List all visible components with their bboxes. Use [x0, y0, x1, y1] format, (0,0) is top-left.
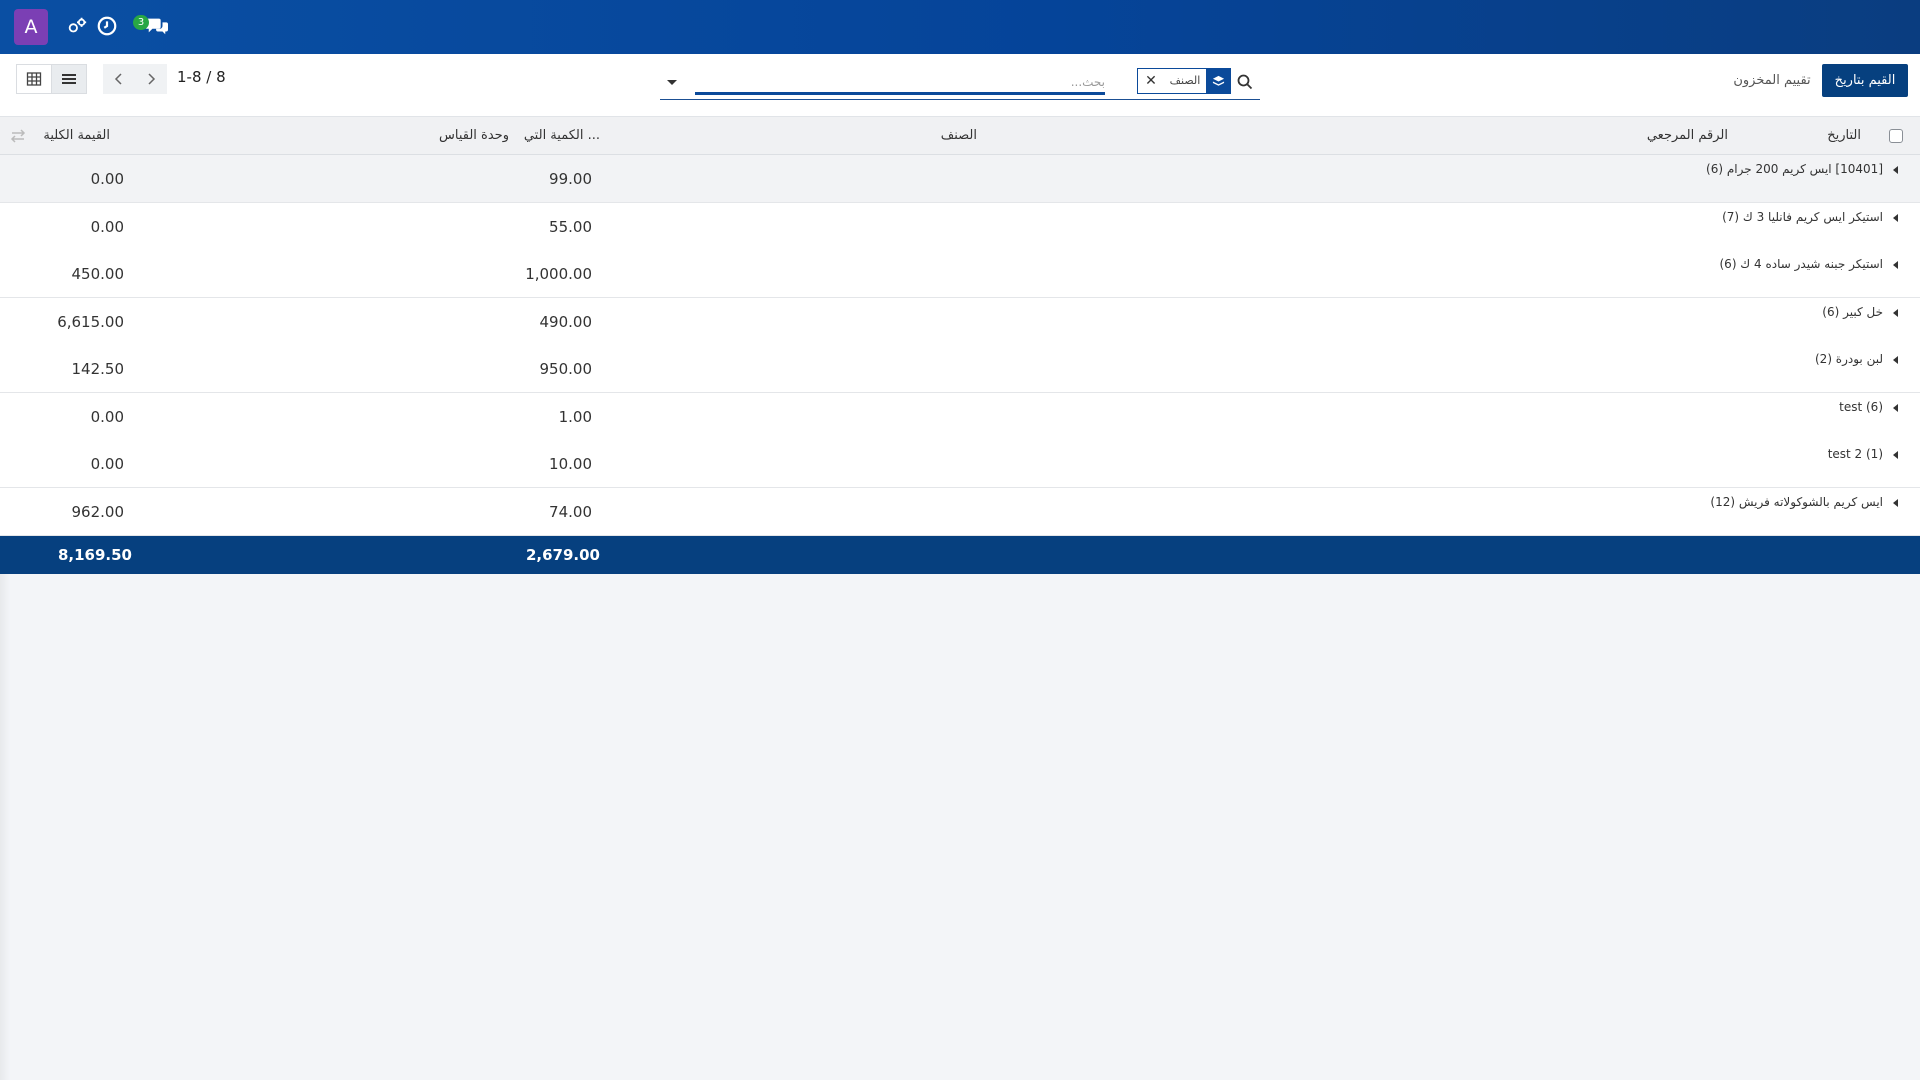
facet-value: الصنف [1164, 69, 1206, 93]
inventory-valuation-button[interactable]: تقييم المخزون [1725, 64, 1819, 97]
caret-left-icon [1893, 356, 1898, 364]
total-value: 8,169.50 [57, 546, 132, 564]
search-icon[interactable] [1236, 73, 1254, 91]
caret-left-icon [1893, 451, 1898, 459]
group-quantity: 10.00 [549, 455, 592, 473]
column-total-value[interactable]: القيمة الكلية [43, 128, 110, 143]
caret-left-icon [1893, 404, 1898, 412]
chat-badge: 3 [133, 15, 149, 30]
group-by-layers-icon [1206, 69, 1230, 93]
group-total-value: 0.00 [90, 408, 124, 426]
list-icon [62, 74, 76, 84]
group-row[interactable]: [10401] ايس كريم 200 جرام (6) 99.00 0.00 [0, 155, 1920, 203]
total-quantity: 2,679.00 [525, 546, 600, 564]
chevron-right-icon [148, 73, 156, 85]
group-total-value: 962.00 [71, 503, 125, 521]
pager-value[interactable]: 1-8 / 8 [177, 68, 226, 86]
caret-left-icon [1893, 309, 1898, 317]
caret-left-icon [1893, 499, 1898, 507]
caret-left-icon [1893, 261, 1898, 269]
column-uom[interactable]: وحدة القياس [439, 128, 509, 143]
user-avatar[interactable]: A [14, 9, 48, 45]
group-row[interactable]: ايس كريم بالشوكولاته فريش (12) 74.00 962… [0, 488, 1920, 536]
pager-previous-button[interactable] [103, 64, 135, 94]
list-view-button[interactable] [51, 64, 87, 94]
group-total-value: 0.00 [90, 218, 124, 236]
group-label: test 2 (1) [1827, 447, 1883, 461]
totals-row: 2,679.00 8,169.50 [0, 536, 1920, 574]
group-total-value: 0.00 [90, 455, 124, 473]
column-reference[interactable]: الرقم المرجعي [1647, 128, 1728, 143]
group-label: ايس كريم بالشوكولاته فريش (12) [1710, 495, 1883, 509]
select-all-checkbox[interactable] [1889, 129, 1903, 143]
page-edge-shadow [0, 574, 10, 1080]
group-total-value: 450.00 [71, 265, 125, 283]
people-settings-icon[interactable] [66, 15, 88, 37]
group-row[interactable]: لبن بودرة (2) 950.00 142.50 [0, 345, 1920, 393]
search-facet: ✕ الصنف [1137, 68, 1231, 94]
group-label: [10401] ايس كريم 200 جرام (6) [1706, 162, 1883, 176]
group-total-value: 0.00 [90, 170, 124, 188]
close-icon: ✕ [1145, 73, 1157, 89]
group-quantity: 490.00 [539, 313, 593, 331]
group-row[interactable]: test (6) 1.00 0.00 [0, 393, 1920, 441]
group-row[interactable]: استيكر جبنه شيدر ساده 4 ك (6) 1,000.00 4… [0, 250, 1920, 298]
search-box: ✕ الصنف [660, 66, 1260, 100]
group-label: test (6) [1839, 400, 1883, 414]
table-grid-icon [26, 72, 42, 86]
column-settings-icon[interactable] [10, 129, 26, 143]
caret-left-icon [1893, 214, 1898, 222]
clock-icon[interactable] [96, 15, 118, 37]
column-product[interactable]: الصنف [941, 128, 977, 143]
group-quantity: 99.00 [549, 170, 592, 188]
search-input[interactable] [695, 71, 1105, 95]
pivot-view-button[interactable] [16, 64, 52, 94]
group-row[interactable]: test 2 (1) 10.00 0.00 [0, 440, 1920, 488]
group-label: خل كبير (6) [1822, 305, 1883, 319]
chevron-left-icon [114, 73, 122, 85]
group-quantity: 55.00 [549, 218, 592, 236]
caret-left-icon [1893, 166, 1898, 174]
search-options-toggle[interactable] [664, 74, 680, 90]
table-header: القيمة الكلية وحدة القياس الكمية التي ..… [0, 117, 1920, 155]
group-quantity: 1.00 [558, 408, 592, 426]
group-row[interactable]: استيكر ايس كريم فانليا 3 ك (7) 55.00 0.0… [0, 203, 1920, 251]
group-quantity: 74.00 [549, 503, 592, 521]
group-quantity: 1,000.00 [525, 265, 592, 283]
facet-remove-button[interactable]: ✕ [1138, 69, 1164, 93]
group-label: لبن بودرة (2) [1814, 352, 1883, 366]
group-total-value: 142.50 [71, 360, 125, 378]
top-navbar: A 3 [0, 0, 1920, 54]
group-quantity: 950.00 [539, 360, 593, 378]
column-quantity[interactable]: الكمية التي ... [524, 128, 600, 143]
group-total-value: 6,615.00 [57, 313, 124, 331]
group-label: استيكر جبنه شيدر ساده 4 ك (6) [1719, 257, 1883, 271]
caret-down-icon [667, 80, 677, 85]
control-panel: 1-8 / 8 ✕ الصنف تق [0, 54, 1920, 117]
group-label: استيكر ايس كريم فانليا 3 ك (7) [1722, 210, 1883, 224]
value-at-date-button[interactable]: القيم بتاريخ [1822, 64, 1908, 97]
group-row[interactable]: خل كبير (6) 490.00 6,615.00 [0, 298, 1920, 346]
column-date[interactable]: التاريخ [1827, 128, 1861, 143]
pager-next-button[interactable] [135, 64, 167, 94]
chat-icon[interactable] [145, 15, 169, 37]
